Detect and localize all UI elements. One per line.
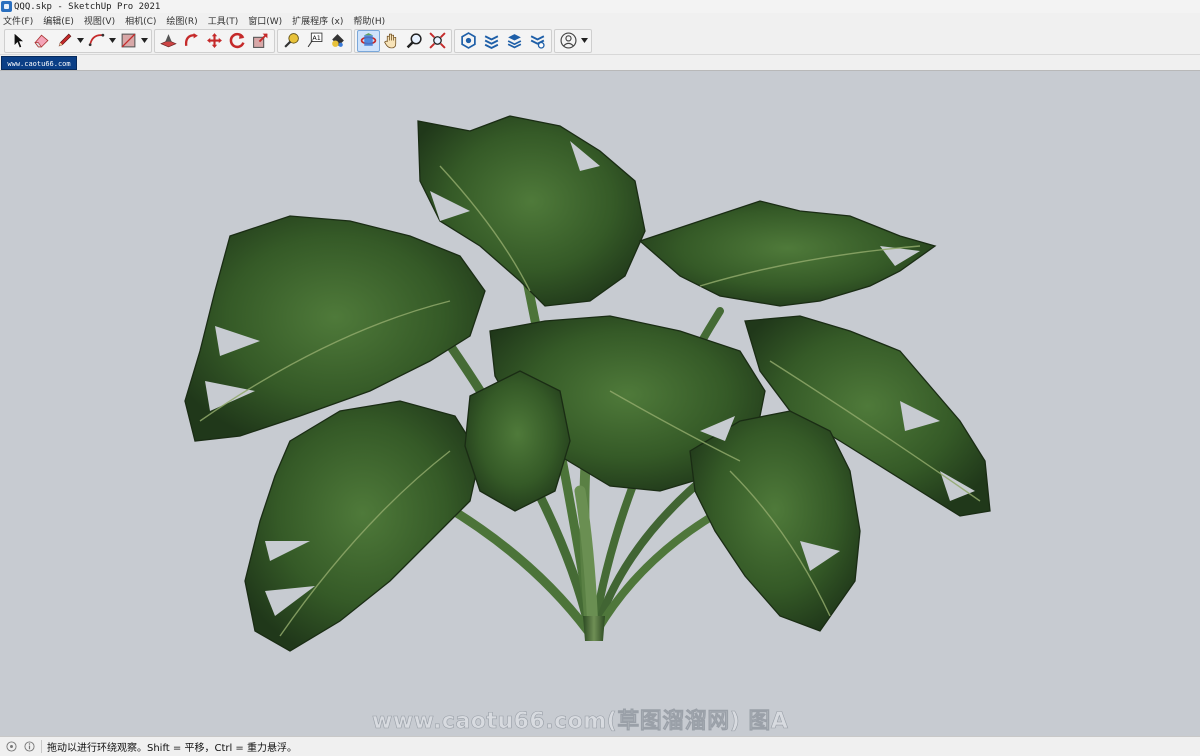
arrow-cursor-icon (13, 32, 25, 49)
chevron-down-icon (109, 38, 116, 43)
menu-bar: 文件(F) 编辑(E) 视图(V) 相机(C) 绘图(R) 工具(T) 窗口(W… (0, 13, 1200, 27)
menu-camera[interactable]: 相机(C) (125, 14, 156, 27)
toolbar-group-edit (154, 28, 275, 53)
arc-icon (88, 33, 105, 47)
geo-location-icon[interactable] (4, 740, 18, 754)
hand-icon (384, 33, 397, 49)
menu-draw[interactable]: 绘图(R) (166, 14, 197, 27)
main-toolbar: A1 (0, 27, 1200, 55)
rotate-icon (229, 32, 245, 49)
toolbar-group-construction: A1 (277, 28, 352, 53)
push-pull-icon (160, 34, 177, 48)
pan-tool-button[interactable] (380, 30, 403, 52)
menu-extensions[interactable]: 扩展程序 (x) (292, 14, 343, 27)
title-bar: QQQ.skp - SketchUp Pro 2021 (0, 0, 1200, 13)
extension-manager-tool-button[interactable] (526, 30, 549, 52)
toolbar-group-camera (354, 28, 452, 53)
menu-view[interactable]: 视图(V) (84, 14, 115, 27)
pencil-tool-button[interactable] (53, 30, 76, 52)
watermark-text: www.caotu66.com(草图溜溜网) 图A (372, 709, 789, 735)
move-tool-button[interactable] (203, 30, 226, 52)
scene-tab[interactable]: www.caotu66.com (1, 56, 77, 70)
chevron-down-icon (141, 38, 148, 43)
menu-help[interactable]: 帮助(H) (353, 14, 385, 27)
extension-warehouse-icon (484, 35, 499, 49)
select-tool-button[interactable] (7, 30, 30, 52)
plant-base (583, 616, 605, 641)
user-profile-icon (560, 32, 577, 49)
layout-tool-button[interactable] (503, 30, 526, 52)
menu-tools[interactable]: 工具(T) (208, 14, 239, 27)
monstera-plant-model (184, 115, 991, 652)
chevron-down-icon (77, 38, 84, 43)
toolbar-group-principal (4, 28, 152, 53)
tape-measure-icon (284, 33, 299, 48)
follow-me-icon (184, 33, 198, 46)
extension-manager-icon (530, 35, 545, 49)
eraser-icon (34, 34, 49, 48)
tape-measure-tool-button[interactable] (280, 30, 303, 52)
pencil-dropdown[interactable] (76, 30, 85, 52)
follow-me-tool-button[interactable] (180, 30, 203, 52)
extension-warehouse-tool-button[interactable] (480, 30, 503, 52)
toolbar-group-account (554, 28, 592, 53)
account-dropdown[interactable] (580, 30, 589, 52)
zoom-extents-tool-button[interactable] (426, 30, 449, 52)
zoom-tool-button[interactable] (403, 30, 426, 52)
menu-file[interactable]: 文件(F) (3, 14, 33, 27)
scale-icon (253, 33, 268, 48)
text-tool-button[interactable]: A1 (303, 30, 326, 52)
arc-dropdown[interactable] (108, 30, 117, 52)
eraser-tool-button[interactable] (30, 30, 53, 52)
rotate-tool-button[interactable] (226, 30, 249, 52)
info-icon[interactable] (22, 740, 36, 754)
menu-window[interactable]: 窗口(W) (248, 14, 282, 27)
account-tool-button[interactable] (557, 30, 580, 52)
warehouse-tool-button[interactable] (457, 30, 480, 52)
menu-edit[interactable]: 编辑(E) (43, 14, 74, 27)
rectangle-dropdown[interactable] (140, 30, 149, 52)
rectangle-icon (121, 33, 136, 48)
scene-tabs-bar: www.caotu66.com (0, 55, 1200, 71)
text-label-icon: A1 (307, 32, 323, 48)
layout-stack-icon (507, 34, 522, 49)
sketchup-app-icon (1, 1, 12, 12)
magnifier-icon (406, 33, 422, 49)
orbit-tool-button[interactable] (357, 29, 380, 52)
status-message: 拖动以进行环绕观察。Shift = 平移，Ctrl = 重力悬浮。 (47, 743, 297, 754)
paint-bucket-tool-button[interactable] (326, 30, 349, 52)
scale-tool-button[interactable] (249, 30, 272, 52)
svg-text:A1: A1 (312, 34, 320, 42)
zoom-extents-icon (429, 32, 446, 49)
arc-tool-button[interactable] (85, 30, 108, 52)
3d-warehouse-icon (461, 32, 476, 49)
push-pull-tool-button[interactable] (157, 30, 180, 52)
paint-bucket-icon (332, 34, 344, 47)
rectangle-tool-button[interactable] (117, 30, 140, 52)
pencil-icon (58, 33, 72, 47)
drawing-viewport[interactable]: www.caotu66.com(草图溜溜网) 图A (0, 71, 1200, 736)
toolbar-group-warehouse (454, 28, 552, 53)
move-arrows-icon (207, 33, 222, 48)
status-bar: 拖动以进行环绕观察。Shift = 平移，Ctrl = 重力悬浮。 (0, 736, 1200, 756)
chevron-down-icon (581, 38, 588, 43)
status-divider (41, 740, 42, 753)
window-title: QQQ.skp - SketchUp Pro 2021 (14, 1, 161, 12)
orbit-icon (360, 33, 377, 46)
